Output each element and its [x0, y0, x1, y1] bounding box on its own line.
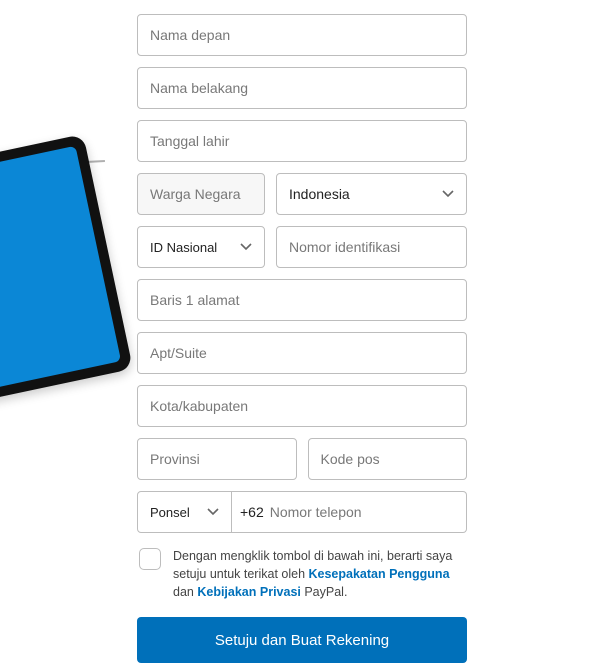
agree-text: Dengan mengklik tombol di bawah ini, ber…	[173, 547, 465, 601]
address1-field[interactable]	[137, 279, 467, 321]
phone-input[interactable]	[270, 504, 454, 520]
citizen-label-box: Warga Negara	[137, 173, 265, 215]
apt-field[interactable]	[137, 332, 467, 374]
id-number-field[interactable]	[276, 226, 467, 268]
country-value: Indonesia	[289, 186, 350, 202]
id-type-value: ID Nasional	[150, 240, 217, 255]
last-name-field[interactable]	[137, 67, 467, 109]
phone-type-select[interactable]: Ponsel	[137, 491, 232, 533]
tablet-illustration	[0, 134, 133, 406]
signup-form: Warga Negara Indonesia ID Nasional	[137, 14, 467, 663]
dob-input[interactable]	[150, 133, 454, 149]
first-name-input[interactable]	[150, 27, 454, 43]
first-name-field[interactable]	[137, 14, 467, 56]
postal-input[interactable]	[321, 451, 455, 467]
phone-type-value: Ponsel	[150, 505, 190, 520]
agree-checkbox[interactable]	[139, 548, 161, 570]
last-name-input[interactable]	[150, 80, 454, 96]
chevron-down-icon	[207, 508, 219, 516]
agree-mid: dan	[173, 585, 197, 599]
country-code: +62	[240, 504, 264, 520]
privacy-policy-link[interactable]: Kebijakan Privasi	[197, 585, 301, 599]
address1-input[interactable]	[150, 292, 454, 308]
apt-input[interactable]	[150, 345, 454, 361]
phone-field[interactable]: +62	[232, 491, 467, 533]
agree-suffix: PayPal.	[301, 585, 348, 599]
province-field[interactable]	[137, 438, 297, 480]
citizen-label: Warga Negara	[150, 186, 241, 202]
id-number-input[interactable]	[289, 239, 454, 255]
country-select[interactable]: Indonesia	[276, 173, 467, 215]
user-agreement-link[interactable]: Kesepakatan Pengguna	[309, 567, 450, 581]
chevron-down-icon	[240, 243, 252, 251]
dob-field[interactable]	[137, 120, 467, 162]
province-input[interactable]	[150, 451, 284, 467]
postal-field[interactable]	[308, 438, 468, 480]
chevron-down-icon	[442, 190, 454, 198]
city-input[interactable]	[150, 398, 454, 414]
submit-button[interactable]: Setuju dan Buat Rekening	[137, 617, 467, 663]
city-field[interactable]	[137, 385, 467, 427]
id-type-select[interactable]: ID Nasional	[137, 226, 265, 268]
